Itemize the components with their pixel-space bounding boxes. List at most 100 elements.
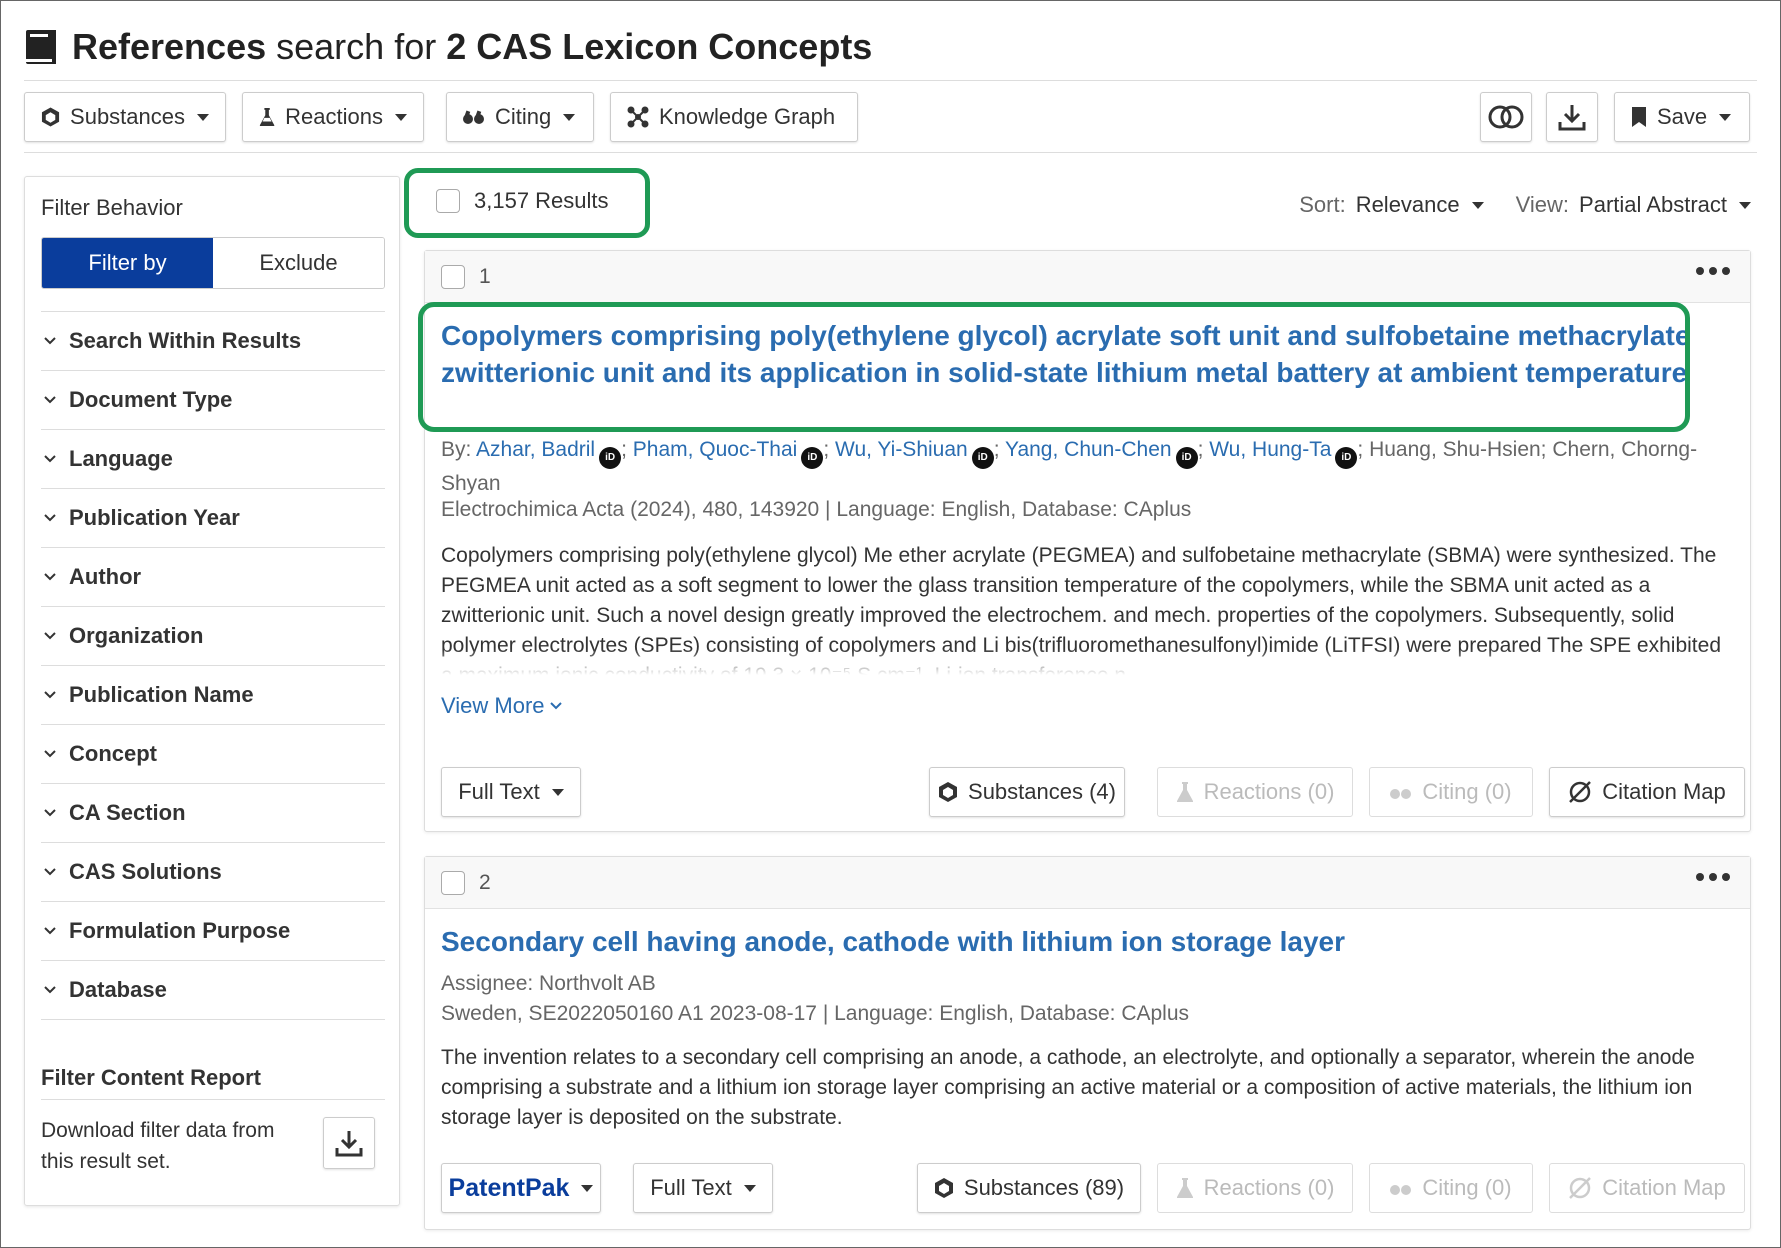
- citation-map-button[interactable]: Citation Map: [1549, 1163, 1745, 1213]
- citing-button[interactable]: Citing (0): [1369, 1163, 1533, 1213]
- caret-down-icon: [1719, 113, 1732, 121]
- citation-map-icon: [1569, 1177, 1592, 1199]
- download-icon: [335, 1131, 363, 1157]
- patentpak-dropdown[interactable]: PatentPak: [441, 1163, 601, 1213]
- facet-label: Language: [69, 446, 173, 471]
- full-text-dropdown[interactable]: Full Text: [633, 1163, 773, 1213]
- author-link[interactable]: Pham, Quoc-Thai: [633, 438, 798, 461]
- chevron-down-icon: [43, 924, 57, 938]
- full-text-label: Full Text: [650, 1175, 732, 1200]
- facet-search-within[interactable]: Search Within Results: [41, 312, 385, 371]
- chevron-down-icon: [43, 865, 57, 879]
- author-link[interactable]: Yang, Chun-Chen: [1005, 438, 1172, 461]
- substances-label: Substances: [70, 104, 185, 129]
- facet-publication-name[interactable]: Publication Name: [41, 666, 385, 725]
- orcid-icon[interactable]: iD: [801, 447, 824, 469]
- author-link[interactable]: Wu, Hung-Ta: [1209, 438, 1331, 461]
- orcid-icon[interactable]: iD: [1175, 447, 1198, 469]
- flask-icon: [1176, 1178, 1193, 1198]
- save-label: Save: [1657, 104, 1708, 129]
- facet-label: Formulation Purpose: [69, 918, 291, 943]
- chevron-down-icon: [43, 806, 57, 820]
- substances-dropdown[interactable]: Substances: [24, 92, 226, 142]
- download-filter-data-button[interactable]: [323, 1117, 375, 1169]
- full-text-label: Full Text: [458, 779, 540, 804]
- reactions-button[interactable]: Reactions (0): [1157, 1163, 1353, 1213]
- chevron-down-icon: [549, 702, 562, 710]
- facet-label: CA Section: [69, 800, 186, 825]
- result-source: Electrochimica Acta (2024), 480, 143920 …: [441, 498, 1192, 521]
- hexagon-icon: [41, 107, 60, 127]
- page-header: References search for 2 CAS Lexicon Conc…: [24, 22, 872, 72]
- substances-button[interactable]: Substances (89): [917, 1163, 1141, 1213]
- facet-concept[interactable]: Concept: [41, 725, 385, 784]
- quote-icon: [1390, 789, 1412, 799]
- title-highlight: [418, 302, 1690, 432]
- facet-ca-section[interactable]: CA Section: [41, 784, 385, 843]
- card-header: 1: [425, 251, 1750, 303]
- citing-dropdown[interactable]: Citing: [446, 92, 594, 142]
- facet-formulation-purpose[interactable]: Formulation Purpose: [41, 902, 385, 961]
- result-authors: By: Azhar, Badril iD; Pham, Quoc-Thai iD; …: [441, 438, 1698, 495]
- hexagon-icon: [939, 782, 958, 802]
- card-header: 2: [425, 857, 1750, 909]
- download-button[interactable]: [1546, 92, 1598, 142]
- facet-publication-year[interactable]: Publication Year: [41, 489, 385, 548]
- result-abstract: The invention relates to a secondary cel…: [441, 1046, 1695, 1129]
- full-text-dropdown[interactable]: Full Text: [441, 767, 581, 817]
- citation-map-button[interactable]: Citation Map: [1549, 767, 1745, 817]
- flask-icon: [1176, 782, 1193, 802]
- quote-icon: [463, 110, 484, 124]
- facet-label: Database: [69, 977, 167, 1002]
- substances-button[interactable]: Substances (4): [929, 767, 1125, 817]
- chevron-down-icon: [43, 393, 57, 407]
- header-divider: [24, 80, 1757, 81]
- orcid-icon[interactable]: iD: [599, 447, 622, 469]
- facet-label: Author: [69, 564, 142, 589]
- orcid-icon[interactable]: iD: [971, 447, 994, 469]
- compare-button[interactable]: [1480, 92, 1532, 142]
- author-link[interactable]: Azhar, Badril: [476, 438, 595, 461]
- result-assignee: Assignee: Northvolt AB: [441, 972, 656, 995]
- chevron-down-icon: [43, 688, 57, 702]
- facet-cas-solutions[interactable]: CAS Solutions: [41, 843, 385, 902]
- result-number: 2: [479, 871, 491, 894]
- caret-down-icon: [1739, 201, 1751, 209]
- citing-button[interactable]: Citing (0): [1369, 767, 1533, 817]
- author-link[interactable]: Wu, Yi-Shiuan: [835, 438, 968, 461]
- sort-dropdown[interactable]: Relevance: [1356, 192, 1460, 218]
- reactions-button[interactable]: Reactions (0): [1157, 767, 1353, 817]
- more-options-icon[interactable]: [1696, 267, 1730, 275]
- toolbar-divider: [24, 152, 1757, 153]
- facet-label: CAS Solutions: [69, 859, 222, 884]
- view-more-link[interactable]: View More: [441, 693, 563, 719]
- facet-database[interactable]: Database: [41, 961, 385, 1020]
- more-options-icon[interactable]: [1696, 873, 1730, 881]
- substances-count: Substances (4): [968, 779, 1116, 804]
- result-checkbox[interactable]: [441, 871, 465, 895]
- reactions-count: Reactions (0): [1203, 779, 1335, 804]
- save-dropdown[interactable]: Save: [1614, 92, 1750, 142]
- orcid-icon[interactable]: iD: [1335, 447, 1358, 469]
- view-label: View:: [1515, 192, 1570, 217]
- abstract-fade: [441, 649, 1730, 675]
- filter-by-button[interactable]: Filter by: [42, 238, 213, 288]
- download-icon: [1558, 105, 1586, 131]
- view-dropdown[interactable]: Partial Abstract: [1579, 192, 1727, 218]
- citation-map-label: Citation Map: [1602, 1175, 1726, 1200]
- facet-organization[interactable]: Organization: [41, 607, 385, 666]
- exclude-button[interactable]: Exclude: [213, 238, 384, 288]
- result-abstract: Copolymers comprising poly(ethylene glyc…: [441, 541, 1730, 675]
- reactions-dropdown[interactable]: Reactions: [242, 92, 424, 142]
- facet-label: Concept: [69, 741, 157, 766]
- result-title-link[interactable]: Secondary cell having anode, cathode wit…: [441, 923, 1731, 960]
- filter-behavior-heading: Filter Behavior: [41, 195, 183, 220]
- book-icon: [24, 28, 58, 66]
- quote-icon: [1390, 1185, 1412, 1195]
- facet-document-type[interactable]: Document Type: [41, 371, 385, 430]
- by-label: By:: [441, 438, 472, 461]
- result-checkbox[interactable]: [441, 265, 465, 289]
- facet-author[interactable]: Author: [41, 548, 385, 607]
- facet-language[interactable]: Language: [41, 430, 385, 489]
- knowledge-graph-button[interactable]: Knowledge Graph: [610, 92, 858, 142]
